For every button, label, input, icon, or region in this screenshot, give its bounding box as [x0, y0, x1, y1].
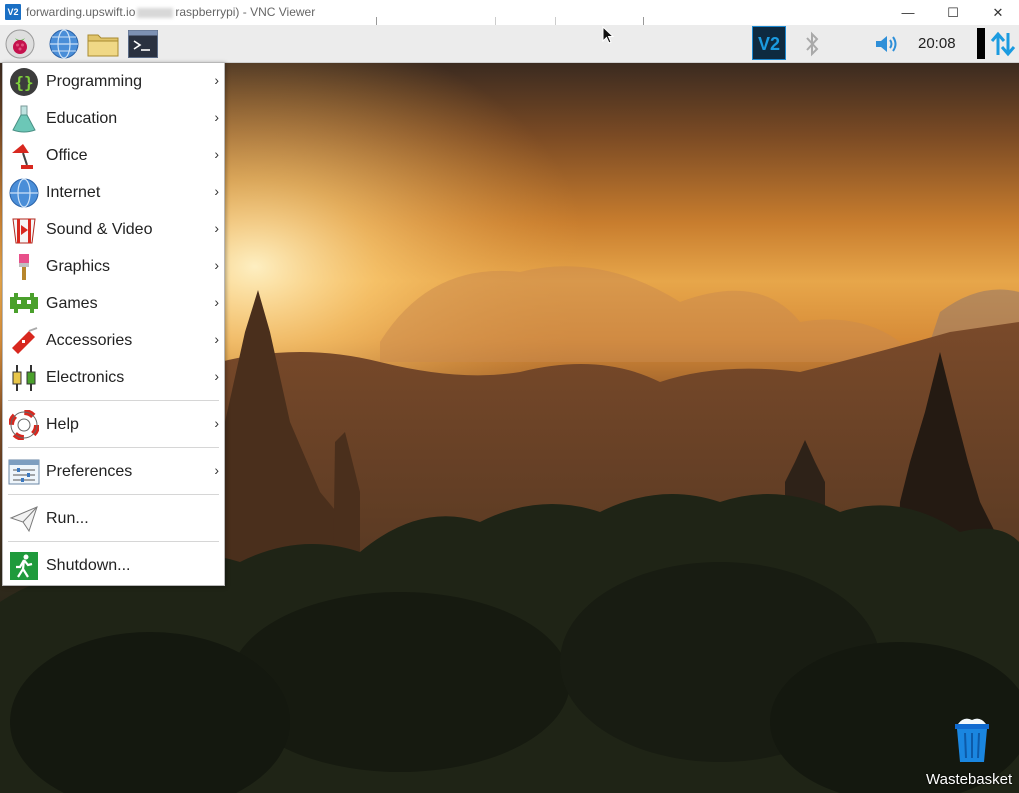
games-icon [8, 288, 40, 320]
menu-item-label: Education [46, 109, 118, 127]
menu-item-label: Shutdown... [46, 556, 131, 574]
bluetooth-icon [806, 31, 819, 57]
terminal-button[interactable] [127, 28, 159, 60]
window-title-rest: raspberrypi) - VNC Viewer [175, 5, 316, 19]
file-manager-button[interactable] [87, 28, 119, 60]
minimize-button[interactable]: — [885, 0, 931, 25]
submenu-arrow-icon: › [214, 368, 219, 384]
menu-item-label: Programming [46, 72, 143, 90]
terminal-icon [128, 30, 158, 58]
wastebasket-label: Wastebasket [926, 771, 1013, 788]
menu-item-preferences[interactable]: Preferences › [3, 453, 224, 490]
vnc-server-tray-button[interactable]: V2 [752, 26, 786, 60]
menu-item-label: Games [46, 294, 98, 312]
menu-item-label: Help [46, 415, 79, 433]
volume-tray-button[interactable] [872, 28, 904, 60]
education-icon [8, 103, 40, 135]
accessories-icon [8, 325, 40, 357]
internet-icon [8, 177, 40, 209]
menu-item-label: Internet [46, 183, 101, 201]
electronics-icon [8, 362, 40, 394]
menu-separator [8, 494, 219, 495]
programming-icon: {} [8, 66, 40, 98]
network-arrows-icon [990, 31, 1016, 57]
mouse-pointer-icon [602, 26, 615, 44]
menu-item-shutdown[interactable]: Shutdown... [3, 547, 224, 584]
network-tray-button[interactable] [987, 28, 1019, 60]
graphics-icon [8, 251, 40, 283]
submenu-arrow-icon: › [214, 462, 219, 478]
run-icon [8, 503, 40, 535]
menu-item-office[interactable]: Office › [3, 137, 224, 174]
menu-item-label: Preferences [46, 462, 133, 480]
wastebasket-icon [955, 718, 989, 762]
menu-item-games[interactable]: Games › [3, 285, 224, 322]
office-icon [8, 140, 40, 172]
submenu-arrow-icon: › [214, 72, 219, 88]
top-panel: V2 [0, 25, 1019, 63]
clock[interactable]: 20:08 [918, 35, 956, 52]
menu-item-electronics[interactable]: Electronics › [3, 359, 224, 396]
vnc-server-icon: V2 [752, 26, 786, 60]
redacted-text [137, 7, 174, 18]
menu-item-label: Electronics [46, 368, 125, 386]
menu-item-label: Sound & Video [46, 220, 153, 238]
applications-menu: {} Programming › Education › Office › In… [2, 62, 225, 586]
menu-item-label: Accessories [46, 331, 133, 349]
volume-icon [876, 36, 897, 52]
submenu-arrow-icon: › [214, 183, 219, 199]
svg-text:{}: {} [14, 73, 33, 92]
menu-item-accessories[interactable]: Accessories › [3, 322, 224, 359]
submenu-arrow-icon: › [214, 415, 219, 431]
shutdown-icon [8, 550, 40, 582]
raspberry-menu-button[interactable] [4, 28, 36, 60]
submenu-arrow-icon: › [214, 331, 219, 347]
menu-separator [8, 541, 219, 542]
file-manager-icon [87, 34, 119, 57]
menu-separator [8, 447, 219, 448]
menu-item-label: Office [46, 146, 88, 164]
submenu-arrow-icon: › [214, 257, 219, 273]
cpu-monitor-bar [977, 28, 985, 59]
menu-item-run[interactable]: Run... [3, 500, 224, 537]
menu-separator [8, 400, 219, 401]
preferences-icon [8, 456, 40, 488]
menu-item-graphics[interactable]: Graphics › [3, 248, 224, 285]
sound-video-icon [8, 214, 40, 246]
menu-item-label: Graphics [46, 257, 111, 275]
submenu-arrow-icon: › [214, 220, 219, 236]
web-browser-button[interactable] [48, 28, 80, 60]
menu-item-help[interactable]: Help › [3, 406, 224, 443]
menu-item-programming[interactable]: {} Programming › [3, 63, 224, 100]
vnc-logo-icon: V2 [5, 4, 21, 20]
menu-item-sound-video[interactable]: Sound & Video › [3, 211, 224, 248]
window-title: forwarding.upswift.io raspberrypi) - VNC … [26, 5, 315, 19]
submenu-arrow-icon: › [214, 146, 219, 162]
menu-item-label: Run... [46, 509, 89, 527]
bluetooth-tray-button[interactable] [796, 28, 828, 60]
submenu-arrow-icon: › [214, 109, 219, 125]
menu-item-education[interactable]: Education › [3, 100, 224, 137]
close-button[interactable]: ✕ [975, 0, 1019, 25]
submenu-arrow-icon: › [214, 294, 219, 310]
window-title-host: forwarding.upswift.io [26, 5, 136, 19]
menu-item-internet[interactable]: Internet › [3, 174, 224, 211]
web-browser-icon [49, 29, 79, 59]
vnc-tray-text: V2 [758, 34, 780, 54]
maximize-button[interactable]: ☐ [930, 0, 976, 25]
raspberry-menu-icon [5, 29, 35, 59]
help-icon [8, 409, 40, 441]
